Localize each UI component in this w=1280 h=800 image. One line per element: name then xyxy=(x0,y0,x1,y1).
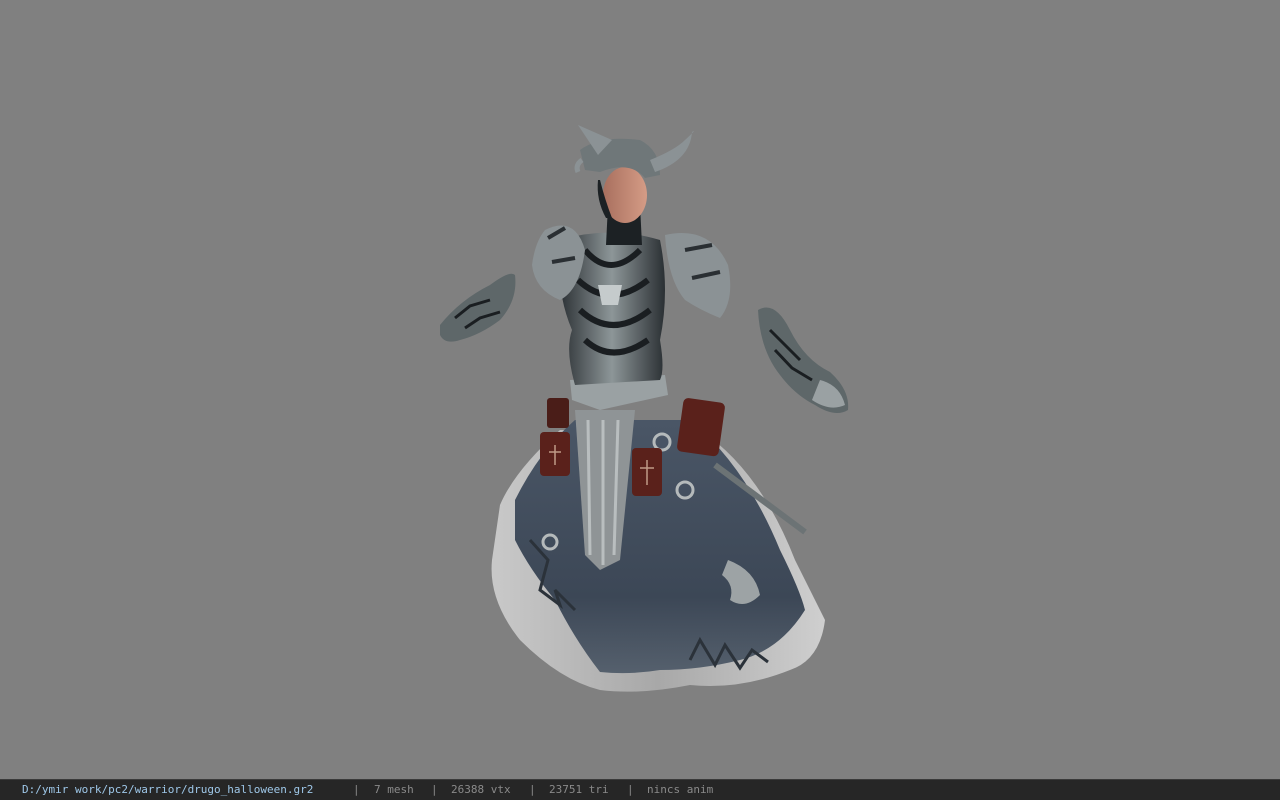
separator: | xyxy=(431,783,438,796)
3d-viewport[interactable] xyxy=(0,0,1280,779)
triangle-count: 23751 tri xyxy=(549,783,609,796)
vertex-count: 26388 vtx xyxy=(451,783,511,796)
character-model[interactable] xyxy=(0,0,1280,779)
separator: | xyxy=(627,783,634,796)
separator: | xyxy=(529,783,536,796)
mesh-count: 7 mesh xyxy=(374,783,414,796)
file-path: D:/ymir work/pc2/warrior/drugo_halloween… xyxy=(22,783,314,796)
right-gauntlet xyxy=(758,307,849,414)
animation-status: nincs anim xyxy=(647,783,714,796)
separator: | xyxy=(353,783,360,796)
head xyxy=(574,125,694,223)
left-gauntlet xyxy=(440,273,516,342)
status-bar: D:/ymir work/pc2/warrior/drugo_halloween… xyxy=(0,779,1280,800)
